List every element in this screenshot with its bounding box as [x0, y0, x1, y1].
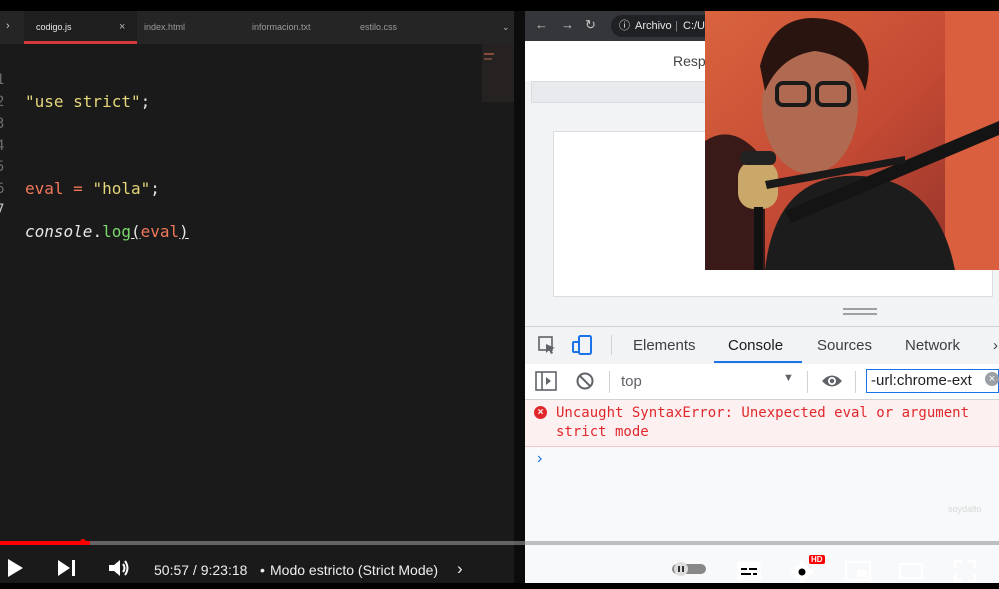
hd-badge: HD: [809, 555, 825, 564]
pane-divider: [514, 11, 525, 583]
time-display: 50:57 / 9:23:18: [154, 562, 248, 578]
operator: =: [63, 179, 93, 198]
tab-sources[interactable]: Sources: [817, 337, 872, 354]
close-icon[interactable]: ×: [119, 21, 125, 33]
next-icon[interactable]: [57, 559, 77, 582]
dot: .: [92, 222, 103, 241]
console-toolbar: top ▼ -url:chrome-ext ×: [525, 364, 999, 400]
autoplay-toggle[interactable]: [671, 561, 707, 582]
clear-filter-icon[interactable]: ×: [985, 372, 999, 386]
code-line: 1 "use strict";: [0, 47, 150, 111]
error-line-2: strict mode: [556, 424, 649, 440]
console-prompt[interactable]: ›: [537, 450, 542, 468]
inspect-element-icon[interactable]: [537, 335, 557, 360]
tab-label: codigo.js: [36, 22, 72, 32]
tab-estilo-css[interactable]: estilo.css: [360, 11, 397, 44]
resize-handle[interactable]: [843, 308, 877, 315]
url-prefix: Archivo: [635, 20, 672, 32]
function-name: log: [102, 222, 131, 241]
paren-open: (: [130, 222, 141, 241]
tab-label: informacion.txt: [252, 22, 311, 32]
subtitles-icon[interactable]: [736, 561, 762, 586]
device-ruler: [531, 81, 707, 103]
line-number: 7: [0, 202, 5, 218]
error-line-1: Uncaught SyntaxError: Unexpected eval or…: [556, 405, 970, 421]
chevron-down-icon[interactable]: ⌄: [502, 22, 510, 33]
chevron-right-icon[interactable]: ›: [457, 559, 463, 579]
eye-icon[interactable]: [821, 372, 843, 395]
code-line: 2: [0, 69, 58, 110]
paren-close: ): [179, 222, 189, 241]
back-icon[interactable]: ←: [535, 17, 548, 32]
divider: [807, 371, 808, 393]
code-line: 6: [0, 156, 58, 197]
semicolon: ;: [140, 92, 151, 111]
error-icon: ×: [534, 406, 547, 419]
filter-value: -url:chrome-ext: [871, 372, 972, 389]
code-line: 4: [0, 113, 58, 154]
webcam-image: [705, 11, 999, 270]
tab-network[interactable]: Network: [905, 337, 960, 354]
theater-mode-icon[interactable]: [899, 563, 923, 584]
url-path: C:/U: [683, 20, 705, 32]
play-icon[interactable]: [6, 558, 24, 583]
console-error-message: × Uncaught SyntaxError: Unexpected eval …: [525, 400, 999, 447]
code-editor: › codigo.js × index.html informacion.txt…: [0, 11, 520, 583]
channel-watermark: soydalto: [948, 504, 982, 514]
progress-played: [0, 541, 90, 545]
tab-label: index.html: [144, 22, 186, 32]
tab-index-html[interactable]: index.html: [144, 11, 185, 44]
more-tabs-icon[interactable]: ›: [993, 337, 998, 354]
divider: [611, 335, 612, 355]
clear-console-icon[interactable]: [575, 371, 595, 396]
volume-icon[interactable]: [108, 558, 132, 583]
dropdown-arrow-icon[interactable]: ▼: [783, 372, 794, 384]
responsive-label[interactable]: Resp: [673, 53, 706, 69]
active-tab-indicator: [714, 361, 802, 363]
settings-icon[interactable]: [790, 560, 814, 589]
forward-icon[interactable]: →: [561, 17, 574, 32]
editor-tab-bar: › codigo.js × index.html informacion.txt…: [0, 11, 520, 44]
device-toggle-icon[interactable]: [571, 334, 593, 361]
reload-icon[interactable]: ↻: [585, 17, 596, 33]
tab-console[interactable]: Console: [728, 337, 783, 354]
divider: [855, 371, 856, 393]
separator-dot: •: [260, 562, 265, 578]
url-separator: |: [675, 20, 678, 32]
chevron-right-icon[interactable]: ›: [6, 20, 10, 32]
progress-scrubber[interactable]: [80, 539, 86, 545]
line-text: console.log(eval): [25, 221, 189, 243]
console-filter-input[interactable]: -url:chrome-ext: [866, 369, 999, 393]
player-controls: 50:57 / 9:23:18 • Modo estricto (Strict …: [0, 550, 999, 583]
semicolon: ;: [150, 179, 160, 198]
tab-informacion-txt[interactable]: informacion.txt: [252, 11, 311, 44]
miniplayer-icon[interactable]: [845, 561, 871, 586]
chapter-title[interactable]: Modo estricto (Strict Mode): [270, 562, 438, 578]
object-name: console: [25, 222, 93, 241]
top-black-bar: [0, 0, 999, 11]
code-line: 5 eval = "hola";: [0, 134, 160, 198]
argument: eval: [140, 222, 180, 241]
minimap-line: [484, 53, 494, 55]
minimap-line: [484, 58, 492, 60]
code-line: 3: [0, 91, 58, 132]
context-selector[interactable]: top: [621, 373, 642, 390]
info-icon: ⓘ: [619, 20, 630, 32]
tab-elements[interactable]: Elements: [633, 337, 696, 354]
devtools-tab-bar: Elements Console Sources Network ›: [525, 326, 999, 365]
webcam-overlay: [705, 11, 999, 270]
progress-bar[interactable]: [0, 541, 999, 545]
code-line: 7 console.log(eval): [0, 177, 189, 241]
string-literal: "hola": [92, 179, 151, 198]
tab-label: estilo.css: [360, 22, 398, 32]
error-text[interactable]: Uncaught SyntaxError: Unexpected eval or…: [556, 404, 969, 442]
sidebar-toggle-icon[interactable]: [535, 371, 557, 396]
divider: [609, 371, 610, 393]
